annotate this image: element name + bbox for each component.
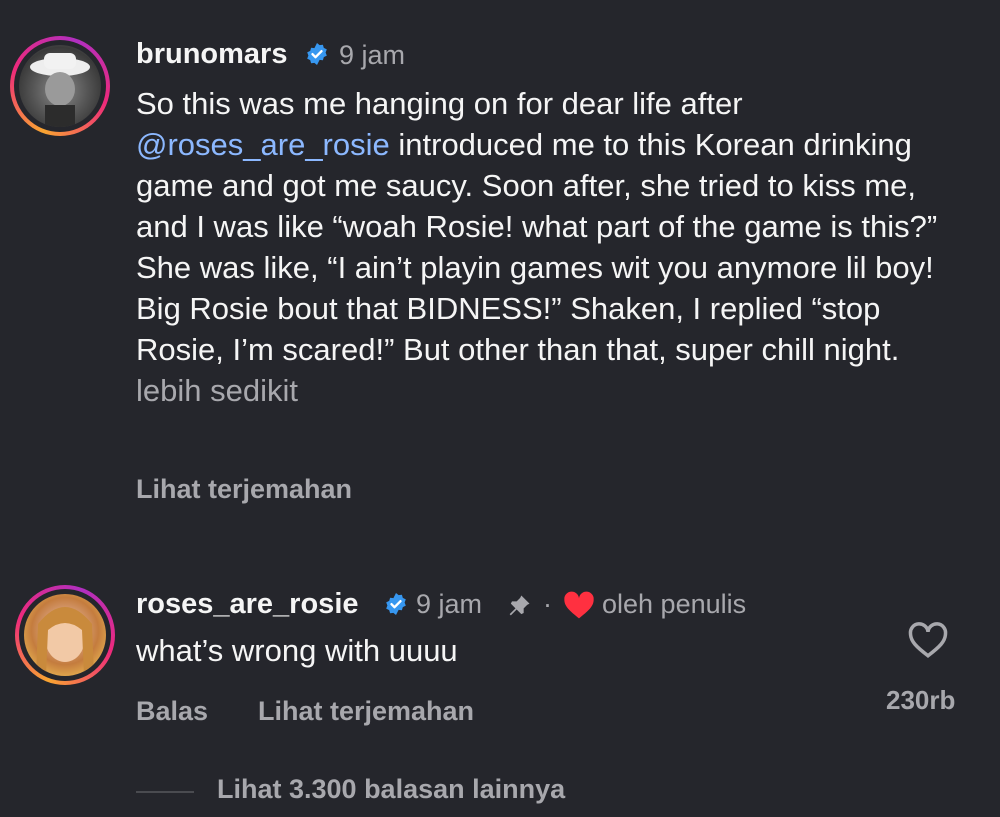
verified-badge-icon [307,43,327,65]
comment-translate-link[interactable]: Lihat terjemahan [258,696,474,727]
post-caption: So this was me hanging on for dear life … [136,83,966,411]
brunomars-avatar[interactable] [10,36,110,136]
separator-dot: · [543,589,552,619]
avatar-image [24,594,106,676]
avatar-image [19,45,101,127]
author-liked-heart-icon [564,591,594,619]
view-more-replies-link[interactable]: Lihat 3.300 balasan lainnya [217,774,565,805]
caption-text-2: introduced me to this Korean drinking ga… [136,127,938,367]
like-heart-icon[interactable] [907,620,949,660]
like-count: 230rb [886,685,956,715]
show-less-link[interactable]: lebih sedikit [136,373,298,408]
post-username[interactable]: brunomars [136,38,287,71]
post-translate-link[interactable]: Lihat terjemahan [136,474,352,505]
reply-button[interactable]: Balas [136,696,208,727]
post-timestamp: 9 jam [339,40,406,70]
comment-timestamp: 9 jam [416,589,483,619]
mention-link[interactable]: @roses_are_rosie [136,127,390,162]
by-author-label: oleh penulis [602,589,747,619]
replies-divider [136,791,194,793]
pin-icon [509,595,530,616]
verified-badge-icon [386,593,406,615]
comment-text: what’s wrong with uuuu [136,633,458,668]
roses-are-rosie-avatar[interactable] [15,585,115,685]
comment-username[interactable]: roses_are_rosie [136,588,359,621]
caption-text-1: So this was me hanging on for dear life … [136,86,743,121]
